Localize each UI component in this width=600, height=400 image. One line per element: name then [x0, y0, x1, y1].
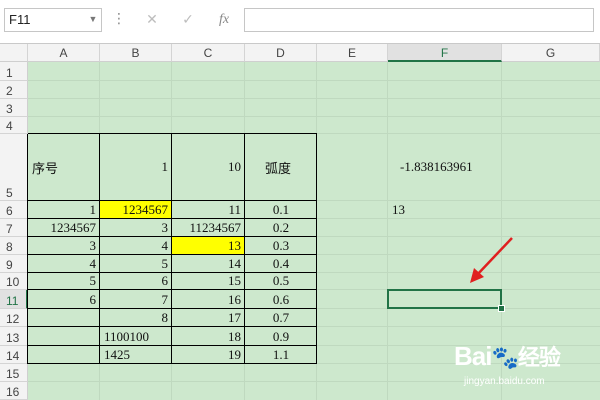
row-header-1[interactable]: 1	[0, 62, 28, 81]
cell-c9[interactable]: 14	[172, 255, 245, 273]
row-header-16[interactable]: 16	[0, 382, 28, 400]
cell-a11[interactable]: 6	[28, 290, 100, 309]
cell-c7[interactable]: 11234567	[172, 219, 245, 237]
cell-d7[interactable]: 0.2	[245, 219, 317, 237]
gridline	[28, 80, 600, 81]
cell-c13[interactable]: 18	[172, 327, 245, 346]
baidu-watermark: Bai🐾经验 jingyan.baidu.com	[454, 340, 596, 396]
cell-f6[interactable]: 13	[388, 201, 502, 219]
cell-b13[interactable]: 1100100	[100, 327, 172, 346]
cell-b11[interactable]: 7	[100, 290, 172, 309]
cell-c12[interactable]: 17	[172, 309, 245, 327]
cell-d12[interactable]: 0.7	[245, 309, 317, 327]
gridline	[28, 116, 600, 117]
row-header-3[interactable]: 3	[0, 99, 28, 117]
cell-d10[interactable]: 0.5	[245, 273, 317, 290]
cell-b7[interactable]: 3	[100, 219, 172, 237]
fill-handle[interactable]	[498, 305, 505, 312]
cell-d8[interactable]: 0.3	[245, 237, 317, 255]
cell-a9[interactable]: 4	[28, 255, 100, 273]
column-header-a[interactable]: A	[28, 44, 100, 62]
row-header-14[interactable]: 14	[0, 346, 28, 364]
cell-c14[interactable]: 19	[172, 346, 245, 364]
cell-b10[interactable]: 6	[100, 273, 172, 290]
cell-a8[interactable]: 3	[28, 237, 100, 255]
row-header-2[interactable]: 2	[0, 81, 28, 99]
column-header-f[interactable]: F	[388, 44, 502, 62]
row-header-7[interactable]: 7	[0, 219, 28, 237]
row-header-12[interactable]: 12	[0, 309, 28, 327]
annotation-arrow	[470, 237, 513, 283]
cell-d5[interactable]: 弧度	[245, 134, 317, 201]
row-header-9[interactable]: 9	[0, 255, 28, 273]
cell-a10[interactable]: 5	[28, 273, 100, 290]
row-header-11[interactable]: 11	[0, 290, 28, 309]
cancel-icon[interactable]: ✕	[138, 8, 166, 32]
row-header-6[interactable]: 6	[0, 201, 28, 219]
cell-b8[interactable]: 4	[100, 237, 172, 255]
paw-icon: 🐾	[491, 345, 518, 370]
formula-input[interactable]	[244, 8, 594, 32]
cell-b14[interactable]: 1425	[100, 346, 172, 364]
cell-c11[interactable]: 16	[172, 290, 245, 309]
chevron-down-icon[interactable]: ▼	[86, 8, 100, 32]
column-header-b[interactable]: B	[100, 44, 172, 62]
cell-c10[interactable]: 15	[172, 273, 245, 290]
formula-bar: F11 ▼ ⋮ ✕ ✓ fx	[0, 0, 600, 44]
select-all-corner[interactable]	[0, 44, 28, 62]
cell-c8[interactable]: 13	[172, 237, 245, 255]
row-header-10[interactable]: 10	[0, 273, 28, 290]
row-header-13[interactable]: 13	[0, 327, 28, 346]
selected-cell[interactable]	[387, 289, 502, 309]
cell-f5[interactable]: -1.838163961	[388, 134, 600, 201]
cell-d14[interactable]: 1.1	[245, 346, 317, 364]
cell-a5[interactable]: 序号	[28, 134, 100, 201]
cell-b9[interactable]: 5	[100, 255, 172, 273]
watermark-brand: Bai🐾经验	[454, 341, 561, 371]
cell-c6[interactable]: 11	[172, 201, 245, 219]
more-options-icon[interactable]: ⋮	[112, 8, 126, 32]
column-header-d[interactable]: D	[245, 44, 317, 62]
row-header-5[interactable]: 5	[0, 134, 28, 201]
cell-a7[interactable]: 1234567	[28, 219, 100, 237]
enter-icon[interactable]: ✓	[174, 8, 202, 32]
row-header-8[interactable]: 8	[0, 237, 28, 255]
row-header-15[interactable]: 15	[0, 364, 28, 382]
cell-b12[interactable]: 8	[100, 309, 172, 327]
cell-a6[interactable]: 1	[28, 201, 100, 219]
column-header-g[interactable]: G	[502, 44, 600, 62]
cell-d6[interactable]: 0.1	[245, 201, 317, 219]
cell-d13[interactable]: 0.9	[245, 327, 317, 346]
watermark-url: jingyan.baidu.com	[464, 376, 545, 387]
cell-d11[interactable]: 0.6	[245, 290, 317, 309]
gridline	[387, 62, 388, 400]
row-header-4[interactable]: 4	[0, 117, 28, 134]
cell-d9[interactable]: 0.4	[245, 255, 317, 273]
cell-b5[interactable]: 1	[100, 134, 172, 201]
cell-c5[interactable]: 10	[172, 134, 245, 201]
column-header-c[interactable]: C	[172, 44, 245, 62]
cell-b6[interactable]: 1234567	[100, 201, 172, 219]
gridline	[28, 98, 600, 99]
insert-function-icon[interactable]: fx	[210, 8, 238, 32]
column-header-e[interactable]: E	[317, 44, 388, 62]
